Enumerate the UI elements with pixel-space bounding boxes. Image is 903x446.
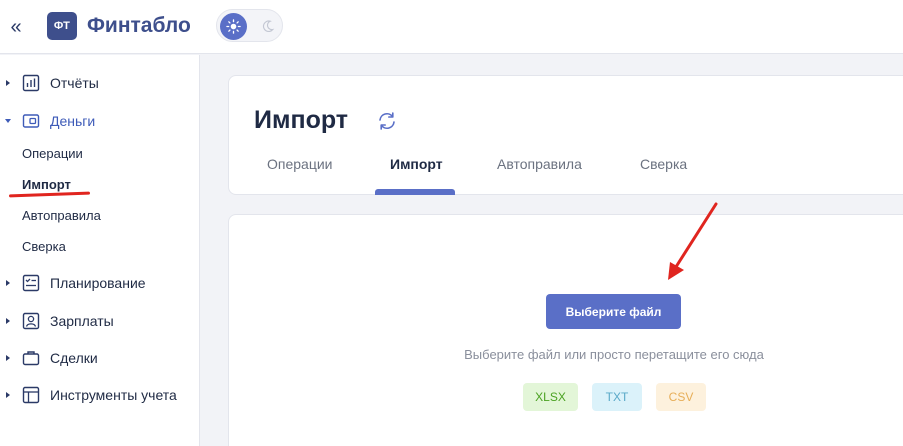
sidebar-item-deals[interactable]: Сделки (0, 341, 199, 375)
upload-hint: Выберите файл или просто перетащите его … (464, 347, 764, 362)
sidebar-item-planning[interactable]: Планирование (0, 266, 199, 300)
wallet-icon (22, 114, 40, 128)
sidebar-item-money[interactable]: Деньги (0, 104, 199, 138)
tab-operations[interactable]: Операции (267, 156, 333, 173)
caret-right-icon (6, 80, 10, 86)
page-title: Импорт (254, 106, 349, 134)
moon-icon[interactable] (258, 15, 278, 37)
caret-down-icon (5, 119, 11, 123)
sun-icon[interactable] (220, 13, 247, 40)
sidebar-subitem-import[interactable]: Импорт (22, 177, 71, 193)
sidebar-item-accounting-tools[interactable]: Инструменты учета (0, 378, 199, 412)
upload-card: Выберите файл Выберите файл или просто п… (228, 214, 903, 446)
sidebar-subitem-autorules[interactable]: Автоправила (22, 208, 101, 224)
briefcase-icon (22, 351, 40, 366)
choose-file-button[interactable]: Выберите файл (546, 294, 681, 329)
format-badge-xlsx: XLSX (523, 383, 578, 411)
page-header-card: Импорт Операции Импорт Автоправила Сверк… (228, 75, 903, 195)
logo-mark: ФТ (53, 20, 71, 32)
planning-icon (22, 274, 40, 292)
logo-icon[interactable]: ФТ (47, 12, 77, 40)
caret-right-icon (6, 355, 10, 361)
reports-icon (22, 74, 40, 92)
caret-right-icon (6, 318, 10, 324)
app-name[interactable]: Финтабло (87, 12, 191, 40)
tab-import[interactable]: Импорт (390, 156, 443, 173)
caret-right-icon (6, 392, 10, 398)
tab-autorules[interactable]: Автоправила (497, 156, 582, 173)
format-badge-csv: CSV (656, 383, 706, 411)
table-icon (22, 386, 40, 404)
sidebar-item-reports[interactable]: Отчёты (0, 66, 199, 100)
sidebar-item-label: Сделки (50, 350, 98, 366)
sidebar-item-salaries[interactable]: Зарплаты (0, 304, 199, 338)
collapse-sidebar-icon[interactable]: « (6, 16, 26, 38)
sidebar-item-label: Зарплаты (50, 313, 114, 329)
top-bar: « ФТ Финтабло (0, 0, 903, 54)
sidebar-item-label: Деньги (50, 113, 96, 129)
caret-right-icon (6, 280, 10, 286)
active-tab-indicator (375, 189, 455, 195)
salary-icon (22, 312, 40, 330)
refresh-icon[interactable] (375, 109, 399, 133)
sidebar-item-label: Планирование (50, 275, 146, 291)
sidebar-subitem-reconciliation[interactable]: Сверка (22, 239, 66, 255)
format-badge-txt: TXT (592, 383, 642, 411)
tab-reconciliation[interactable]: Сверка (640, 156, 687, 173)
theme-toggle[interactable] (216, 9, 283, 42)
sidebar-item-label: Отчёты (50, 75, 99, 91)
sidebar-subitem-operations[interactable]: Операции (22, 146, 83, 162)
sidebar-item-label: Инструменты учета (50, 387, 177, 403)
sidebar: Отчёты Деньги Операции Импорт Автоправил… (0, 55, 200, 446)
